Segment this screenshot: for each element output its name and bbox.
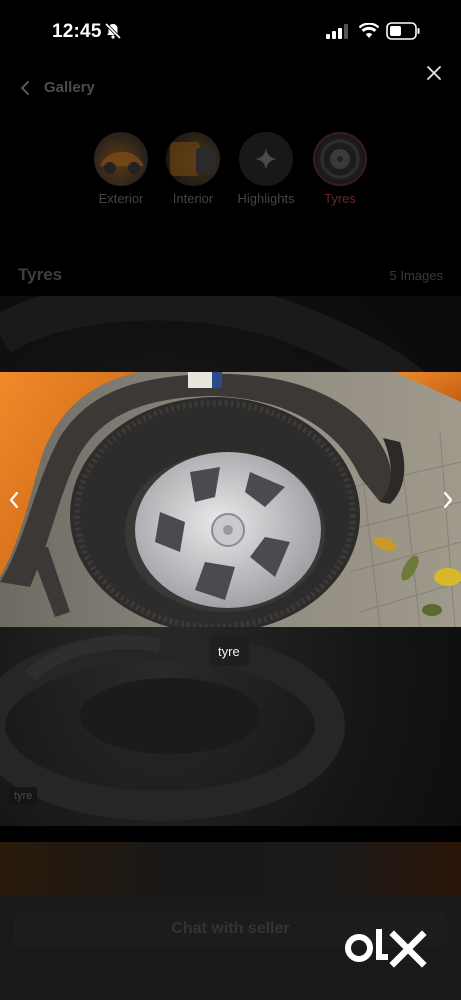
cellular-signal-icon [326, 24, 348, 39]
caption-text: tyre [218, 643, 240, 659]
wifi-icon [359, 23, 379, 38]
car-exterior-thumbnail [94, 132, 148, 186]
status-time: 12:45 [52, 21, 102, 42]
tab-label: Exterior [98, 191, 144, 206]
page-title[interactable]: Gallery [44, 79, 95, 96]
sparkle-icon [239, 132, 293, 186]
next-image-arrow-icon[interactable] [440, 489, 456, 511]
image-caption: tyre [209, 636, 249, 666]
tab-label: Interior [172, 191, 214, 206]
tab-highlights[interactable]: Highlights [226, 132, 306, 206]
section-title: Tyres [18, 265, 63, 284]
tyre-photo [0, 372, 461, 627]
battery-icon [386, 22, 420, 40]
tab-label: Highlights [237, 191, 295, 206]
silent-bell-icon [104, 22, 122, 40]
background-gallery-image-next [0, 842, 461, 902]
image-count: 5 Images [389, 268, 443, 283]
olx-logo [345, 929, 427, 968]
status-bar: 12:45 [0, 0, 461, 64]
car-interior-thumbnail [166, 132, 220, 186]
tab-interior[interactable]: Interior [153, 132, 233, 206]
tab-tyres[interactable]: Tyres [300, 132, 380, 206]
tab-exterior[interactable]: Exterior [81, 132, 161, 206]
close-icon[interactable] [425, 64, 443, 82]
category-tabs: Exterior Interior Highlights Tyres [0, 132, 461, 212]
background-image-tag: tyre [9, 787, 38, 805]
previous-image-arrow-icon[interactable] [6, 489, 22, 511]
tyre-thumbnail [313, 132, 367, 186]
tab-label: Tyres [324, 191, 356, 206]
back-arrow-icon[interactable] [18, 79, 34, 97]
